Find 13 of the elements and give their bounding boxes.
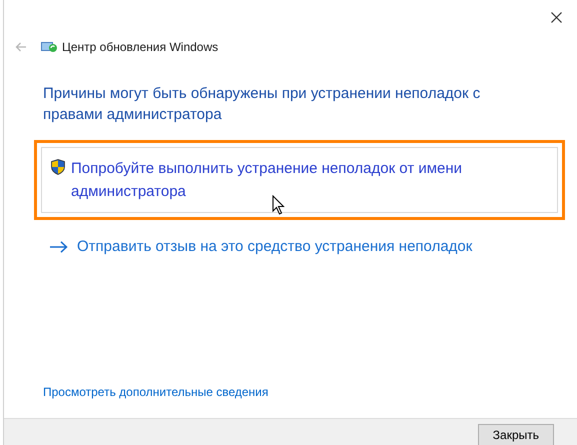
option-link[interactable]: Попробуйте выполнить устранение неполадок от имени администратора (41, 147, 558, 213)
mouse-cursor-icon (272, 195, 286, 215)
details-link[interactable]: Просмотреть дополнительные сведения (43, 385, 268, 399)
arrow-icon (50, 240, 68, 252)
shield-icon (51, 159, 65, 175)
option-link[interactable]: Отправить отзыв на это средство устранения неполадок (41, 235, 558, 258)
update-icon (41, 40, 57, 54)
heading: Причины могут быть обнаружены при устранении неполадок с правами администратора (43, 84, 482, 125)
back-arrow-icon (15, 42, 27, 52)
back-button[interactable] (14, 40, 28, 54)
close-icon (550, 12, 562, 22)
window-title: Центр обновления Windows (62, 39, 218, 56)
close-dialog-button[interactable]: Закрыть (478, 424, 554, 445)
